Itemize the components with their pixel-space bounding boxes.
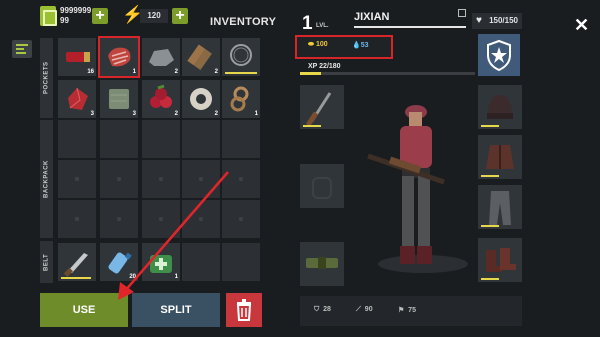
inventory-slot[interactable]: 16 [58,38,96,76]
water-amount: 53 [360,42,369,49]
energy-value: 120 [140,9,168,23]
inventory-slot[interactable]: 3 [100,80,138,118]
belt-icon [306,257,338,269]
beanie-icon [487,95,513,119]
defense-value: 28 [323,306,331,313]
inventory-slot[interactable]: 2 [182,80,220,118]
close-button[interactable]: ✕ [574,15,589,36]
backpack-slot[interactable] [100,120,138,158]
durability-bar [61,277,91,279]
cash-icon [40,6,57,26]
pants-icon [489,191,511,225]
lock-dot-icon [75,217,79,221]
item-count: 1 [254,111,258,117]
item-count: 2 [214,69,218,75]
durability-bar [481,175,499,177]
inventory-slot[interactable] [222,38,260,76]
item-count: 2 [214,111,218,117]
weapon-slot[interactable] [300,85,344,129]
barbed-wire-icon [230,44,252,66]
torso-slot[interactable] [478,135,522,179]
add-cash-button[interactable]: + [92,8,108,24]
pockets-label: POCKETS [40,38,53,118]
item-count: 16 [87,69,94,75]
player-name: JIXIAN [354,11,390,23]
tutorial-arrow-icon [118,171,229,300]
inventory-slot[interactable]: 1 [222,80,260,118]
gold-value: ⬬ 100 [308,41,328,48]
inventory-slot[interactable]: 2 [182,38,220,76]
page-title: INVENTORY [210,16,277,28]
water-value: 💧53 [352,42,369,49]
item-count: 2 [174,111,178,117]
backpack-slot[interactable] [222,120,260,158]
character-figure [367,105,445,264]
defense-stat: ⛉ 28 [314,306,331,313]
edit-name-icon[interactable] [458,9,466,17]
sort-button[interactable] [12,40,32,58]
cash-amount-line2: 99 [60,16,69,25]
inventory-slot-selected[interactable]: 1 [98,36,140,78]
speed-value: 75 [408,307,416,314]
backpack-slot-locked[interactable] [58,200,96,238]
rank-button[interactable] [478,34,520,76]
add-energy-button[interactable]: + [172,8,188,24]
item-count: 3 [132,111,136,117]
durability-bar [481,225,499,227]
backpack-equip-slot[interactable] [300,164,344,208]
cash-amount: 9999999 99 [60,6,91,26]
xp-bar [300,72,475,75]
durability-bar [303,125,321,127]
backpack-label: BACKPACK [40,120,53,238]
gold-amount: 100 [315,41,328,48]
legs-slot[interactable] [478,185,522,229]
backpack-slot-locked[interactable] [58,160,96,198]
attack-value: 90 [364,306,373,313]
item-count: 1 [132,69,136,75]
inventory-slot[interactable]: 3 [58,80,96,118]
lock-dot-icon [75,177,79,181]
knife-icon [63,253,88,277]
inventory-slot[interactable]: 2 [142,80,180,118]
belt-equip-slot[interactable] [300,242,344,286]
speed-stat: ⚑ 75 [398,307,416,314]
level-number: 1 [302,13,313,34]
belt-label: BELT [40,241,53,283]
backpack-slot[interactable] [58,120,96,158]
boots-icon [486,248,516,272]
belt-slot[interactable] [58,243,96,281]
xp-label: XP 22/180 [308,63,341,70]
durability-bar [225,72,257,74]
head-slot[interactable] [478,85,522,129]
durability-bar [481,278,499,280]
backpack-slot[interactable] [142,120,180,158]
backpack-icon [312,177,332,199]
heart-icon: ♥ [476,15,482,26]
item-count: 3 [90,111,94,117]
attack-stat: ⟋ 90 [356,306,373,313]
item-count: 2 [174,69,178,75]
feet-slot[interactable] [478,238,522,282]
inventory-slot[interactable]: 2 [142,38,180,76]
xp-bar-fill [300,72,321,75]
cash-amount-line1: 9999999 [60,6,92,15]
durability-bar [481,125,499,127]
name-underline [354,26,466,28]
jacket-icon [486,145,514,169]
level-label: LVL. [316,23,329,29]
shotgun-icon [305,92,332,127]
shield-star-icon [487,39,511,72]
backpack-slot[interactable] [182,120,220,158]
